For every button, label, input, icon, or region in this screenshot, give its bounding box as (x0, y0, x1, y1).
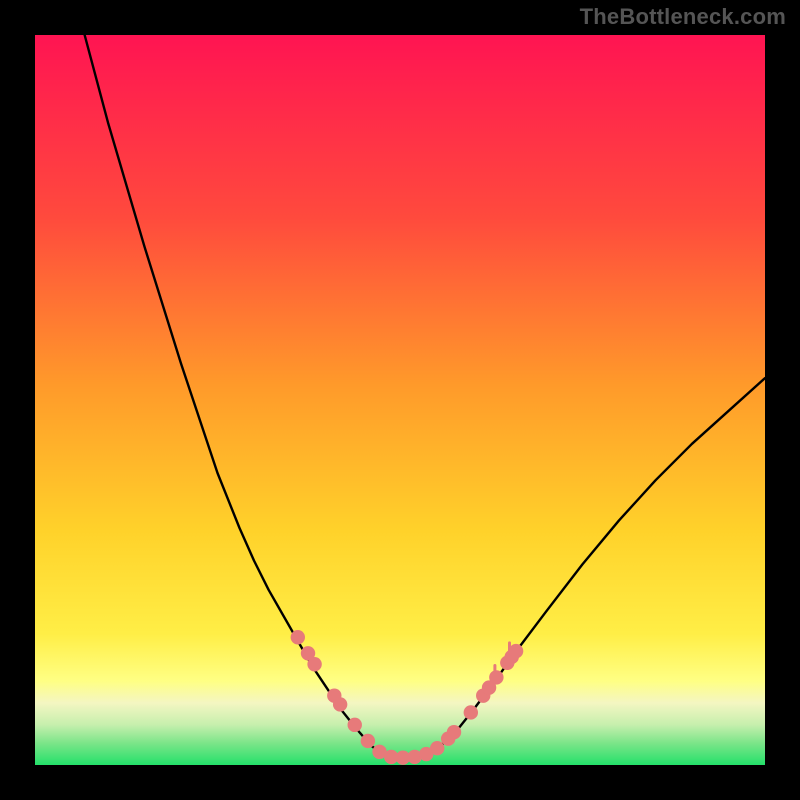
data-point (291, 630, 305, 644)
gradient-background (35, 35, 765, 765)
data-point (361, 734, 375, 748)
data-point (464, 705, 478, 719)
data-point (447, 725, 461, 739)
data-point (348, 718, 362, 732)
plot-area (35, 35, 765, 765)
stage: TheBottleneck.com (0, 0, 800, 800)
watermark-text: TheBottleneck.com (580, 4, 786, 30)
data-point (333, 697, 347, 711)
chart-svg (35, 35, 765, 765)
data-point (430, 741, 444, 755)
data-point (307, 657, 321, 671)
data-point (489, 670, 503, 684)
data-point (509, 644, 523, 658)
